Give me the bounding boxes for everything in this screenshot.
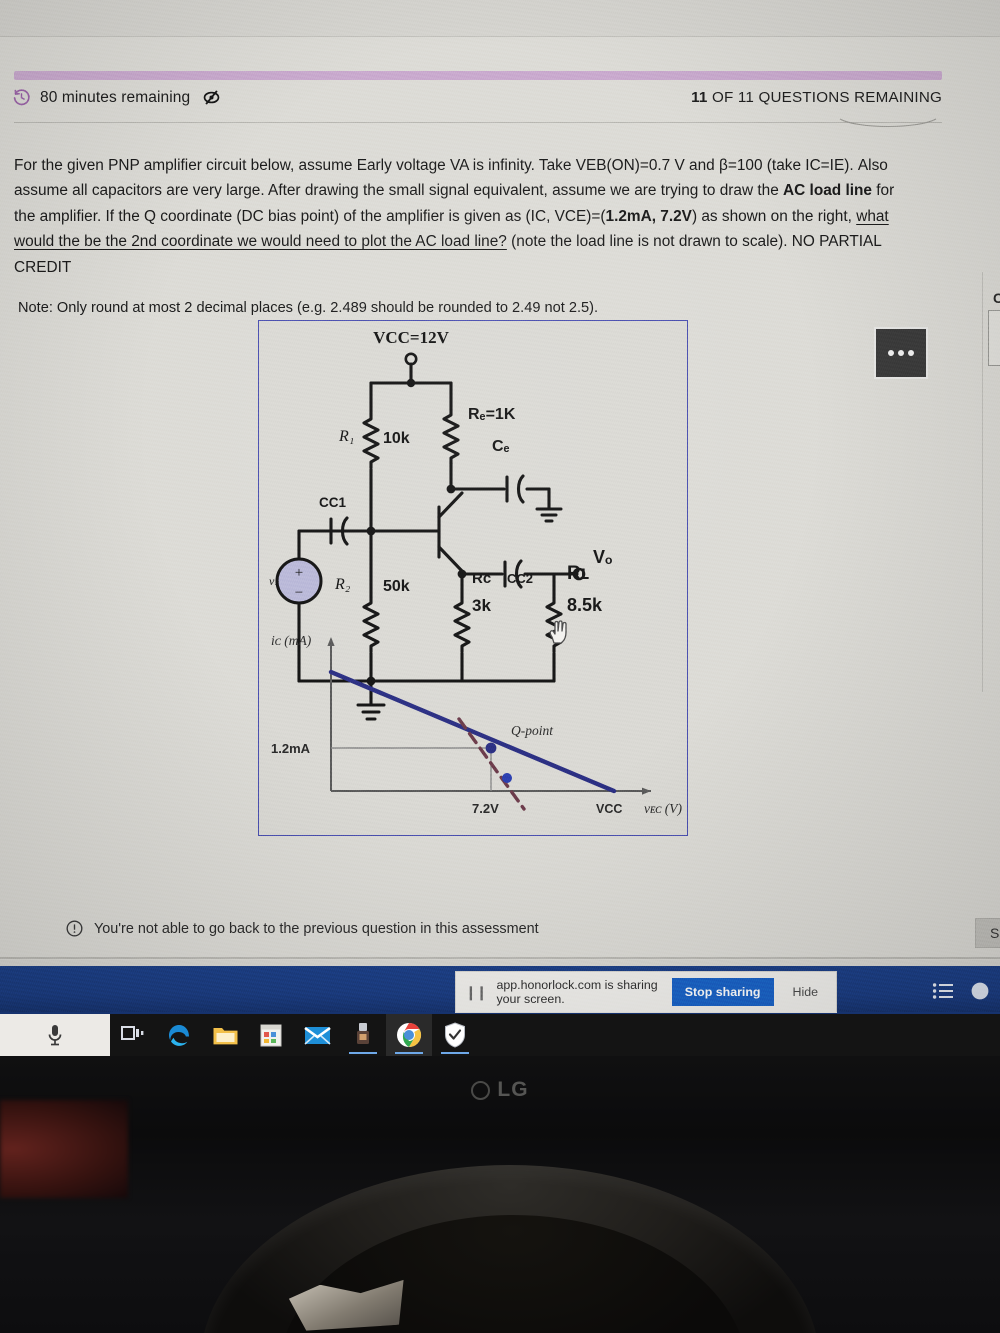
- q-point-label: Q-point: [511, 723, 554, 738]
- usb-device-icon[interactable]: [340, 1014, 386, 1056]
- label-rc-value: 3k: [472, 596, 491, 615]
- header-curve-decoration: [839, 118, 937, 127]
- monitor-brand-text: LG: [497, 1078, 529, 1101]
- sharing-message: app.honorlock.com is sharing your screen…: [496, 978, 658, 1006]
- label-rl-name: Rʟ: [567, 563, 589, 584]
- secondary-point-marker: [502, 773, 512, 783]
- header-divider: [14, 122, 942, 123]
- dc-load-line: [328, 669, 617, 794]
- file-explorer-icon[interactable]: [202, 1014, 248, 1056]
- monitor-screen: 80 minutes remaining 11 OF 11 QUESTIONS …: [0, 0, 1000, 1056]
- top-divider: [0, 36, 1000, 37]
- label-r2-name: R₂: [334, 576, 351, 593]
- app-icon[interactable]: [970, 981, 990, 1001]
- loadline-x-tick-q: 7.2V: [472, 801, 499, 816]
- question-text: For the given PNP amplifier circuit belo…: [14, 153, 906, 280]
- assessment-page: 80 minutes remaining 11 OF 11 QUESTIONS …: [0, 0, 1000, 960]
- question-part-3: ) as shown on the right,: [691, 207, 857, 225]
- label-ce: Cₑ: [492, 438, 510, 455]
- ground-symbol-ce: [535, 507, 563, 523]
- taskbar-tray: [932, 981, 990, 1001]
- svg-text:+: +: [295, 565, 303, 581]
- right-panel-divider: [982, 272, 983, 692]
- label-cc1: CC1: [319, 495, 346, 510]
- page-bottom-divider: [0, 957, 1000, 959]
- desk-red-object: [0, 1100, 128, 1198]
- pause-icon[interactable]: ❙❙: [465, 984, 487, 1001]
- questions-remaining-text: OF 11 QUESTIONS REMAINING: [707, 89, 942, 106]
- shield-check-icon[interactable]: [432, 1014, 478, 1056]
- label-vcc: VCC=12V: [373, 328, 450, 347]
- dot-3: [908, 350, 914, 356]
- label-re: Rₑ=1K: [468, 406, 516, 423]
- running-indicator: [349, 1051, 377, 1054]
- assessment-header: 80 minutes remaining 11 OF 11 QUESTIONS …: [0, 88, 1000, 114]
- warning-circle-icon: [66, 920, 83, 937]
- submit-button[interactable]: S: [975, 918, 1000, 948]
- eye-off-icon[interactable]: [199, 89, 221, 106]
- clock-icon: [12, 88, 31, 107]
- svg-text:−: −: [295, 585, 303, 601]
- stop-sharing-button[interactable]: Stop sharing: [671, 978, 774, 1006]
- label-r1-value: 10k: [383, 430, 410, 447]
- more-options-button[interactable]: [874, 327, 928, 379]
- ground-symbol-main: [356, 703, 386, 721]
- chrome-browser-icon[interactable]: [386, 1014, 432, 1056]
- answer-input[interactable]: [988, 310, 1000, 366]
- label-vs: vₛ: [269, 574, 279, 588]
- label-cc2: CC2: [507, 571, 533, 586]
- taskbar-app-list: [110, 1014, 478, 1056]
- ac-source-vs: + −: [275, 557, 323, 605]
- questions-remaining-number: 11: [691, 89, 708, 106]
- mail-icon[interactable]: [294, 1014, 340, 1056]
- loadline-x-tick-vcc: VCC: [596, 802, 622, 816]
- edge-browser-icon[interactable]: [156, 1014, 202, 1056]
- loadline-plot: iᴄ (mA) 1.2mA 7.2V VCC vᴇᴄ (V) Q-point: [271, 633, 682, 816]
- no-back-notice-text: You're not able to go back to the previo…: [94, 920, 539, 937]
- progress-bar: [14, 71, 942, 80]
- answer-field-label: C: [993, 290, 1000, 306]
- lg-mark-icon: [471, 1080, 491, 1100]
- circuit-figure: + − VCC=12V R₁ 10k Rₑ=1K Cₑ CC1 R₂ 50k R…: [258, 320, 688, 836]
- timer-label: 80 minutes remaining: [40, 88, 191, 106]
- running-indicator: [441, 1051, 469, 1054]
- no-back-notice: You're not able to go back to the previo…: [66, 920, 539, 937]
- capacitor-ce: [505, 474, 525, 504]
- questions-remaining: 11 OF 11 QUESTIONS REMAINING: [691, 89, 942, 106]
- screen-sharing-bar: ❙❙ app.honorlock.com is sharing your scr…: [455, 971, 837, 1013]
- dot-2: [898, 350, 904, 356]
- timer-group: 80 minutes remaining: [12, 88, 221, 107]
- screenshot-root: 80 minutes remaining 11 OF 11 QUESTIONS …: [0, 0, 1000, 1333]
- resistor-re: [442, 407, 460, 466]
- resistor-rc: [453, 595, 471, 654]
- list-icon[interactable]: [932, 982, 954, 1000]
- running-indicator: [395, 1051, 423, 1054]
- resistor-r1: [362, 411, 380, 470]
- loadline-y-axis-label: iᴄ (mA): [271, 633, 312, 648]
- question-bold-qpoint: 1.2mA, 7.2V: [605, 207, 692, 225]
- circuit-and-loadline-svg: + − VCC=12V R₁ 10k Rₑ=1K Cₑ CC1 R₂ 50k R…: [269, 328, 682, 816]
- hide-sharing-button[interactable]: Hide: [784, 985, 827, 999]
- question-part-1: For the given PNP amplifier circuit belo…: [14, 157, 888, 200]
- resistor-r2: [362, 595, 380, 654]
- store-icon[interactable]: [248, 1014, 294, 1056]
- task-view-icon[interactable]: [110, 1014, 156, 1056]
- monitor-brand-logo: LG: [0, 1078, 1000, 1102]
- label-rc-name: Rc: [472, 570, 491, 587]
- label-rl-value: 8.5k: [567, 595, 603, 615]
- label-r2-value: 50k: [383, 578, 410, 595]
- loadline-x-axis-label: vᴇᴄ (V): [644, 801, 682, 816]
- q-point-marker: [485, 742, 497, 754]
- dot-1: [888, 350, 894, 356]
- microphone-icon[interactable]: [0, 1014, 110, 1056]
- label-r1-name: R₁: [338, 428, 354, 445]
- browser-top-strip: [0, 0, 1000, 36]
- label-vo: Vₒ: [593, 547, 612, 567]
- loadline-y-tick: 1.2mA: [271, 741, 311, 756]
- question-bold-acloadline: AC load line: [783, 182, 872, 200]
- rounding-note: Note: Only round at most 2 decimal place…: [18, 300, 599, 316]
